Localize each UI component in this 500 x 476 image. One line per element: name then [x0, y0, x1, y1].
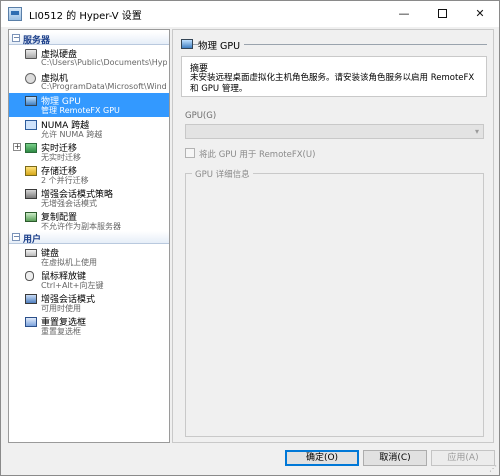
- minimize-button[interactable]: —: [385, 1, 423, 27]
- title-bar[interactable]: LI0512 的 Hyper-V 设置 — ✕: [1, 1, 499, 27]
- collapse-icon[interactable]: −: [12, 34, 20, 42]
- nav-item-reset-check-boxes[interactable]: 重置复选框 重置复选框: [9, 314, 169, 338]
- disk-icon: [25, 49, 37, 59]
- dvd-icon: [25, 73, 36, 84]
- nav-item-enhanced-session-mode[interactable]: 增强会话模式 可用时使用: [9, 291, 169, 315]
- maximize-icon: [437, 8, 447, 18]
- nav-item-replication-configuration[interactable]: 复制配置 不允许作为副本服务器: [9, 209, 169, 233]
- remotefx-checkbox-label: 将此 GPU 用于 RemoteFX(U): [199, 150, 316, 160]
- summary-text: 未安装远程桌面虚拟化主机角色服务。请安装该角色服务以启用 RemoteFX 和 …: [190, 73, 475, 94]
- section-label-user: 用户: [23, 235, 42, 245]
- pane-header: 物理 GPU: [181, 38, 487, 52]
- remotefx-checkbox[interactable]: [185, 148, 195, 158]
- apply-button[interactable]: 应用(A): [431, 450, 495, 466]
- gpu-icon: [181, 39, 193, 49]
- cancel-button[interactable]: 取消(C): [363, 450, 427, 466]
- hyper-v-app-icon: [8, 7, 22, 21]
- nav-item-subtitle: 无增强会话模式: [41, 199, 97, 208]
- window-title: LI0512 的 Hyper-V 设置: [29, 11, 142, 22]
- gpu-icon: [25, 96, 37, 106]
- chevron-down-icon: ▾: [474, 127, 479, 136]
- nav-item-virtual-hard-disks[interactable]: 虚拟硬盘 C:\Users\Public\Documents\Hyper-...: [9, 46, 169, 70]
- collapse-icon[interactable]: −: [12, 233, 20, 241]
- close-button[interactable]: ✕: [461, 1, 499, 27]
- nav-item-subtitle: C:\Users\Public\Documents\Hyper-...: [41, 58, 167, 67]
- nav-item-physical-gpu[interactable]: 物理 GPU 管理 RemoteFX GPU: [9, 93, 169, 117]
- section-header-server[interactable]: − 服务器: [9, 32, 169, 46]
- nav-item-subtitle: 管理 RemoteFX GPU: [41, 106, 120, 115]
- nav-item-virtual-machines[interactable]: 虚拟机 C:\ProgramData\Microsoft\Windo...: [9, 70, 169, 94]
- nav-item-live-migrations[interactable]: + 实时迁移 无实时迁移: [9, 140, 169, 164]
- gpu-details-group: GPU 详细信息: [185, 168, 484, 437]
- maximize-button[interactable]: [423, 1, 461, 27]
- resize-grip-icon[interactable]: ⋰: [489, 464, 497, 473]
- nav-item-subtitle: Ctrl+Alt+向左键: [41, 281, 104, 290]
- ok-button[interactable]: 确定(O): [285, 450, 359, 466]
- gpu-select-label: GPU(G): [185, 111, 217, 121]
- replication-icon: [25, 212, 37, 222]
- summary-box: 摘要 未安装远程桌面虚拟化主机角色服务。请安装该角色服务以启用 RemoteFX…: [181, 56, 487, 97]
- settings-content-panel: 物理 GPU 摘要 未安装远程桌面虚拟化主机角色服务。请安装该角色服务以启用 R…: [172, 29, 494, 443]
- keyboard-icon: [25, 249, 37, 257]
- mouse-icon: [25, 271, 34, 281]
- gpu-select[interactable]: ▾: [185, 124, 484, 139]
- reset-checkbox-icon: [25, 317, 37, 327]
- nav-item-subtitle: 无实时迁移: [41, 153, 81, 162]
- section-header-user[interactable]: − 用户: [9, 231, 169, 245]
- nav-item-subtitle: 2 个并行迁移: [41, 176, 89, 185]
- nav-item-numa-spanning[interactable]: NUMA 跨越 允许 NUMA 跨越: [9, 117, 169, 141]
- nav-item-subtitle: 允许 NUMA 跨越: [41, 130, 103, 139]
- nav-item-subtitle: 在虚拟机上使用: [41, 258, 97, 267]
- gpu-details-legend: GPU 详细信息: [192, 168, 253, 180]
- enhanced-session-icon: [25, 294, 37, 304]
- nav-item-enhanced-session-policy[interactable]: 增强会话模式策略 无增强会话模式: [9, 186, 169, 210]
- settings-nav-panel: − 服务器 虚拟硬盘 C:\Users\Public\Documents\Hyp…: [8, 29, 170, 443]
- nav-item-mouse-release-key[interactable]: 鼠标释放键 Ctrl+Alt+向左键: [9, 268, 169, 292]
- storage-migration-icon: [25, 166, 37, 176]
- section-label-server: 服务器: [23, 36, 51, 46]
- settings-window: LI0512 的 Hyper-V 设置 — ✕ − 服务器 虚拟硬盘 C:\Us…: [0, 0, 500, 476]
- session-policy-icon: [25, 189, 37, 199]
- nav-item-subtitle: 重置复选框: [41, 327, 81, 336]
- nav-item-storage-migrations[interactable]: 存储迁移 2 个并行迁移: [9, 163, 169, 187]
- nav-item-subtitle: C:\ProgramData\Microsoft\Windo...: [41, 82, 167, 91]
- expand-icon[interactable]: +: [13, 143, 21, 151]
- numa-icon: [25, 120, 37, 130]
- pane-title: 物理 GPU: [198, 38, 245, 52]
- nav-item-subtitle: 可用时使用: [41, 304, 81, 313]
- live-migration-icon: [25, 143, 37, 153]
- nav-item-keyboard[interactable]: 键盘 在虚拟机上使用: [9, 245, 169, 269]
